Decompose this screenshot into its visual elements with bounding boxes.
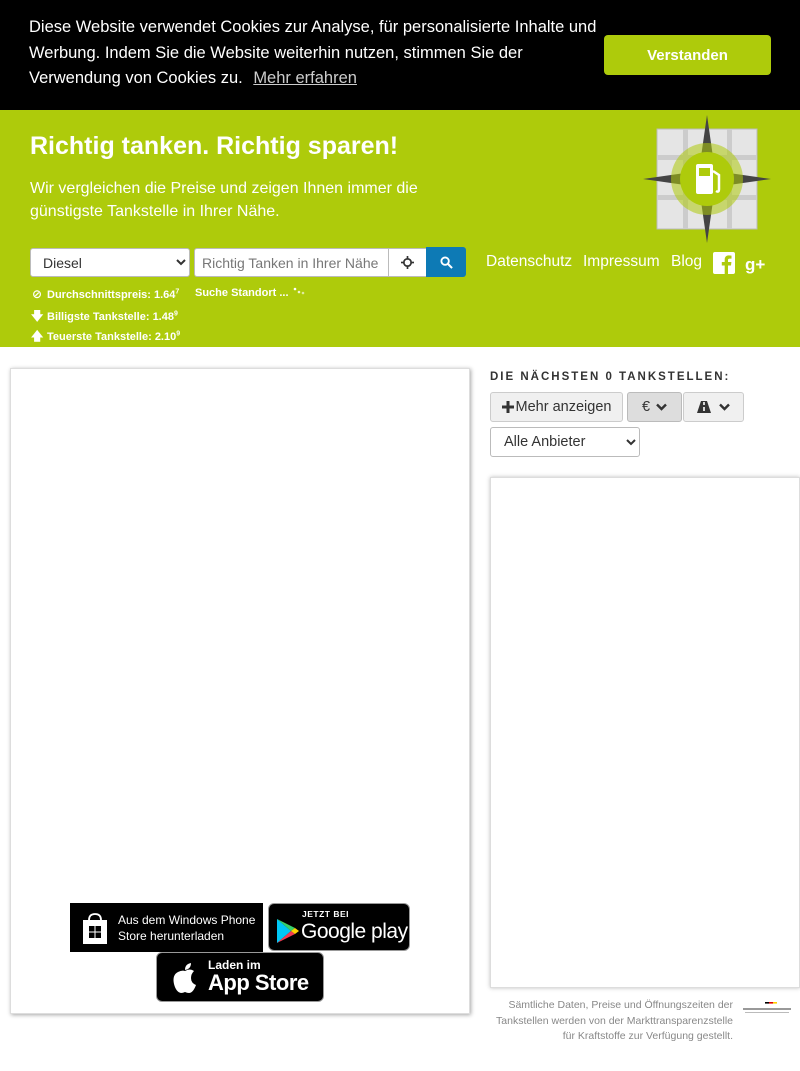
map-panel[interactable]: Aus dem Windows Phone Store herunterlade… xyxy=(10,368,470,1014)
cookie-more-link[interactable]: Mehr erfahren xyxy=(253,69,357,87)
google-play-icon xyxy=(277,919,299,943)
prohibited-icon: ⊘ xyxy=(31,287,43,301)
plus-icon xyxy=(501,401,514,413)
nav-datenschutz[interactable]: Datenschutz xyxy=(486,253,572,271)
apple-icon xyxy=(173,963,196,993)
windows-store-badge[interactable]: Aus dem Windows Phone Store herunterlade… xyxy=(70,903,263,952)
data-source-note: Sämtliche Daten, Preise und Öffnungszeit… xyxy=(496,999,733,1042)
fuel-type-select[interactable]: Diesel xyxy=(30,248,190,277)
cookie-banner: Diese Website verwendet Cookies zur Anal… xyxy=(0,0,800,110)
stat-cheapest-value: 1.48 xyxy=(152,311,174,323)
stat-average-sup: 7 xyxy=(175,288,180,296)
chevron-down-icon xyxy=(656,403,667,411)
loading-spinner-icon xyxy=(293,287,304,295)
crosshair-icon xyxy=(401,256,414,269)
svg-text:g+: g+ xyxy=(745,255,765,274)
location-search-input[interactable] xyxy=(194,248,388,277)
stat-cheapest: 🡇 Billigste Tankstelle: 1.489 xyxy=(31,307,178,328)
app-store-badge[interactable]: Laden im App Store xyxy=(156,952,324,1002)
stat-average: ⊘ Durchschnittspreis: 1.647 xyxy=(31,287,179,301)
locating-text: Suche Standort ... xyxy=(195,287,289,299)
locate-button[interactable] xyxy=(388,248,427,277)
google-badge-line1: JETZT BEI xyxy=(302,909,350,919)
google-play-badge[interactable]: JETZT BEI Google play xyxy=(268,903,410,951)
euro-sort-label: € xyxy=(641,399,651,415)
sort-distance-dropdown[interactable] xyxy=(683,392,744,422)
stat-average-value: 1.64 xyxy=(153,289,176,301)
stat-expensive: 🡅 Teuerste Tankstelle: 2.109 xyxy=(31,327,180,348)
stat-average-label: Durchschnittspreis: xyxy=(47,289,151,301)
windows-badge-line2: Store herunterladen xyxy=(118,929,225,943)
facebook-icon[interactable] xyxy=(713,252,735,274)
windows-badge-line1: Aus dem Windows Phone xyxy=(118,913,256,927)
nav-blog[interactable]: Blog xyxy=(671,253,702,271)
header: Richtig tanken. Richtig sparen! Wir verg… xyxy=(0,110,800,347)
stat-cheapest-sup: 9 xyxy=(173,310,178,318)
show-more-label: Mehr anzeigen xyxy=(515,399,612,415)
cookie-accept-button[interactable]: Verstanden xyxy=(604,35,771,75)
road-icon xyxy=(697,401,711,413)
google-badge-line2: Google play xyxy=(301,920,408,943)
page-title: Richtig tanken. Richtig sparen! xyxy=(30,132,399,160)
locating-status: Suche Standort ... xyxy=(195,286,308,299)
search-button[interactable] xyxy=(426,247,466,277)
stat-expensive-label: Teuerste Tankstelle: xyxy=(47,331,152,343)
apple-badge-line2: App Store xyxy=(208,970,309,995)
chevron-down-icon xyxy=(719,403,730,411)
sort-price-dropdown[interactable]: € xyxy=(627,392,682,422)
bundeskartellamt-logo xyxy=(743,1002,791,1013)
nav-impressum[interactable]: Impressum xyxy=(583,253,660,271)
provider-select[interactable]: Alle Anbieter xyxy=(490,427,640,457)
arrow-up-icon: 🡅 xyxy=(31,329,44,343)
show-more-button[interactable]: Mehr anzeigen xyxy=(490,392,623,422)
google-plus-icon[interactable]: g+ xyxy=(745,252,767,274)
station-list xyxy=(490,477,800,988)
cookie-message-wrap: Diese Website verwendet Cookies zur Anal… xyxy=(29,15,609,92)
station-list-title: DIE NÄCHSTEN 0 TANKSTELLEN: xyxy=(490,371,731,383)
windows-store-icon xyxy=(83,913,107,944)
search-icon xyxy=(439,255,453,269)
arrow-down-icon: 🡇 xyxy=(31,309,44,323)
stat-expensive-value: 2.10 xyxy=(154,331,177,343)
page-subtitle: Wir vergleichen die Preise und zeigen Ih… xyxy=(30,180,418,220)
compass-fuel-logo xyxy=(643,115,771,243)
stat-cheapest-label: Billigste Tankstelle: xyxy=(47,311,150,323)
stat-expensive-sup: 9 xyxy=(176,330,181,338)
